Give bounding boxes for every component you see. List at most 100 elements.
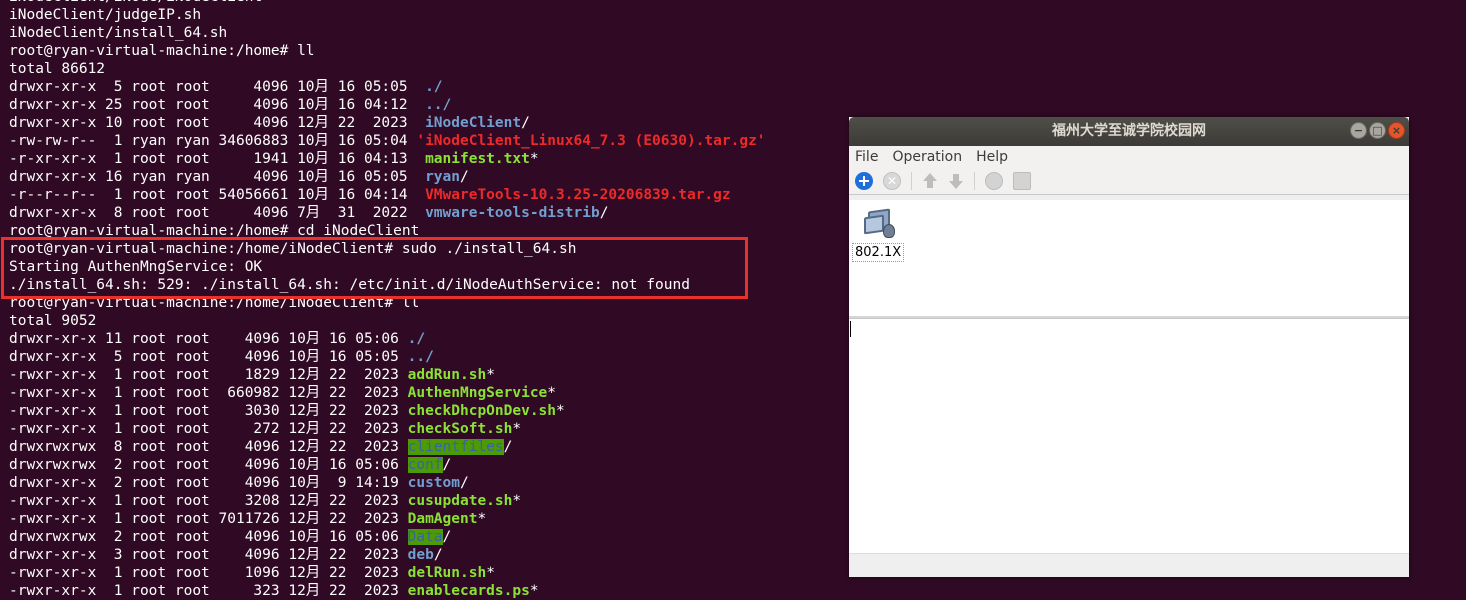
terminal-text: clientfiles	[407, 439, 504, 455]
terminal-text: deb	[407, 547, 434, 563]
terminal-text: cusupdate.sh	[407, 493, 513, 509]
terminal-line: root@ryan-virtual-machine:/home/iNodeCli…	[9, 294, 848, 312]
terminal-text: 'iNodeClient_Linux64_7.3 (E0630).tar.gz'	[416, 133, 766, 149]
terminal-line: total 86612	[9, 60, 848, 78]
terminal-text: conf	[407, 457, 443, 473]
toolbar: ✕	[849, 168, 1409, 195]
terminal-line: iNodeClient/install_64.sh	[9, 24, 848, 42]
minimize-button[interactable]: −	[1350, 122, 1367, 139]
terminal-text: Starting AuthenMngService: OK	[9, 259, 263, 275]
terminal-text: *	[486, 565, 495, 581]
terminal-line: ./install_64.sh: 529: ./install_64.sh: /…	[9, 276, 848, 294]
terminal-text: *	[556, 403, 565, 419]
terminal-text: -r--r--r-- 1 root root 54056661 10月 16 0…	[9, 187, 426, 203]
terminal-line: -rwxr-xr-x 1 root root 1096 12月 22 2023 …	[9, 564, 848, 582]
terminal-text: *	[529, 583, 539, 599]
terminal-text: -rwxr-xr-x 1 root root 660982 12月 22 202…	[9, 385, 408, 401]
terminal-line: drwxr-xr-x 5 root root 4096 10月 16 05:05…	[9, 348, 848, 366]
terminal-text: iNodeClient/install_64.sh	[9, 25, 228, 41]
connection-label: 802.1X	[852, 243, 905, 262]
terminal-text: ./	[407, 331, 426, 347]
menu-help[interactable]: Help	[976, 149, 1008, 165]
terminal-text: iNodeClient	[425, 115, 522, 131]
terminal-line: drwxr-xr-x 5 root root 4096 10月 16 05:05…	[9, 78, 848, 96]
terminal-text: root@ryan-virtual-machine:/home# ll	[9, 43, 315, 59]
terminal-text: /	[433, 547, 443, 563]
terminal-text: ./	[425, 79, 443, 95]
connection-item-802-1x[interactable]: 802.1X	[852, 206, 905, 262]
terminal-text: -rwxr-xr-x 1 root root 7011726 12月 22 20…	[9, 511, 408, 527]
terminal-text: *	[529, 151, 539, 167]
terminal-text: iNodeClient/iNode/iNodeClient	[9, 0, 262, 5]
terminal-text: drwxrwxrwx 2 root root 4096 10月 16 05:06	[9, 457, 408, 473]
terminal-text: /	[503, 439, 513, 455]
close-button[interactable]: ×	[1388, 122, 1405, 139]
toolbar-separator	[974, 172, 975, 190]
terminal-line: drwxr-xr-x 16 ryan ryan 4096 10月 16 05:0…	[9, 168, 848, 186]
terminal-text: total 86612	[9, 61, 106, 77]
terminal-line: -rwxr-xr-x 1 root root 272 12月 22 2023 c…	[9, 420, 848, 438]
terminal-line: root@ryan-virtual-machine:/home# ll	[9, 42, 848, 60]
terminal-text: *	[512, 421, 522, 437]
terminal-text: drwxrwxrwx 8 root root 4096 12月 22 2023	[9, 439, 408, 455]
maximize-button[interactable]: □	[1369, 122, 1386, 139]
terminal-text: drwxr-xr-x 2 root root 4096 10月 9 14:19	[9, 475, 408, 491]
terminal-line: Starting AuthenMngService: OK	[9, 258, 848, 276]
terminal-text: drwxr-xr-x 10 root root 4096 12月 22 2023	[9, 115, 426, 131]
terminal-text: ./install_64.sh: 529: ./install_64.sh: /…	[9, 277, 690, 293]
window-titlebar[interactable]: 福州大学至诚学院校园网 − □ ×	[849, 117, 1409, 146]
terminal-output[interactable]: iNodeClient/iNode/iNodeClient iNodeClient…	[0, 0, 848, 599]
delete-connection-icon[interactable]: ✕	[883, 172, 901, 190]
upload-icon[interactable]	[1013, 172, 1031, 190]
terminal-text: -rwxr-xr-x 1 root root 323 12月 22 2023	[9, 583, 408, 599]
terminal-line: drwxr-xr-x 8 root root 4096 7月 31 2022 v…	[9, 204, 848, 222]
connection-list: 802.1X	[849, 200, 1409, 316]
terminal-line: total 9052	[9, 312, 848, 330]
terminal-text: drwxr-xr-x 5 root root 4096 10月 16 05:05	[9, 79, 426, 95]
move-down-icon[interactable]	[948, 172, 964, 190]
add-connection-icon[interactable]	[855, 172, 873, 190]
inode-client-window: 福州大学至诚学院校园网 − □ × File Operation Help ✕ …	[849, 117, 1409, 577]
terminal-line: -rwxr-xr-x 1 root root 3030 12月 22 2023 …	[9, 402, 848, 420]
terminal-text: -rwxr-xr-x 1 root root 272 12月 22 2023	[9, 421, 408, 437]
terminal-line: drwxr-xr-x 3 root root 4096 12月 22 2023 …	[9, 546, 848, 564]
terminal-text: -rw-rw-r-- 1 ryan ryan 34606883 10月 16 0…	[9, 133, 417, 149]
terminal-line: drwxr-xr-x 10 root root 4096 12月 22 2023…	[9, 114, 848, 132]
terminal-line: -rwxr-xr-x 1 root root 1829 12月 22 2023 …	[9, 366, 848, 384]
terminal-text: -rwxr-xr-x 1 root root 1096 12月 22 2023	[9, 565, 408, 581]
terminal-text: addRun.sh	[407, 367, 487, 383]
terminal-text: -rwxr-xr-x 1 root root 3208 12月 22 2023	[9, 493, 408, 509]
menu-file[interactable]: File	[855, 149, 878, 165]
text-caret	[850, 321, 851, 337]
terminal-text: *	[477, 511, 487, 527]
terminal-text: checkDhcpOnDev.sh	[407, 403, 557, 419]
terminal-line: -rwxr-xr-x 1 root root 3208 12月 22 2023 …	[9, 492, 848, 510]
terminal-text: ../	[407, 349, 434, 365]
terminal-text: *	[486, 367, 495, 383]
disconnect-icon[interactable]	[985, 172, 1003, 190]
terminal-line: drwxrwxrwx 2 root root 4096 10月 16 05:06…	[9, 528, 848, 546]
terminal-line: root@ryan-virtual-machine:/home/iNodeCli…	[9, 240, 848, 258]
move-up-icon[interactable]	[922, 172, 938, 190]
terminal-text: ../	[425, 97, 452, 113]
terminal-line: drwxrwxrwx 2 root root 4096 10月 16 05:06…	[9, 456, 848, 474]
status-bar	[849, 553, 1409, 577]
menu-bar: File Operation Help	[849, 146, 1409, 168]
terminal-text: root@ryan-virtual-machine:/home/iNodeCli…	[9, 295, 420, 311]
terminal-text: root@ryan-virtual-machine:/home# cd iNod…	[9, 223, 420, 239]
terminal-line: drwxr-xr-x 25 root root 4096 10月 16 04:1…	[9, 96, 848, 114]
menu-operation[interactable]: Operation	[892, 149, 962, 165]
terminal-text: iNodeClient/judgeIP.sh	[9, 7, 202, 23]
terminal-line: -rwxr-xr-x 1 root root 7011726 12月 22 20…	[9, 510, 848, 528]
terminal-text: DamAgent	[407, 511, 478, 527]
terminal-text: drwxr-xr-x 3 root root 4096 12月 22 2023	[9, 547, 408, 563]
log-text-area[interactable]	[849, 318, 1409, 555]
terminal-text: *	[547, 385, 557, 401]
terminal-line: -rwxr-xr-x 1 root root 660982 12月 22 202…	[9, 384, 848, 402]
terminal-text: delRun.sh	[407, 565, 487, 581]
terminal-text: /	[442, 457, 452, 473]
window-title: 福州大学至诚学院校园网	[1052, 123, 1206, 139]
terminal-text: drwxr-xr-x 8 root root 4096 7月 31 2022	[9, 205, 426, 221]
terminal-text: *	[512, 493, 522, 509]
terminal-text: AuthenMngService	[407, 385, 548, 401]
